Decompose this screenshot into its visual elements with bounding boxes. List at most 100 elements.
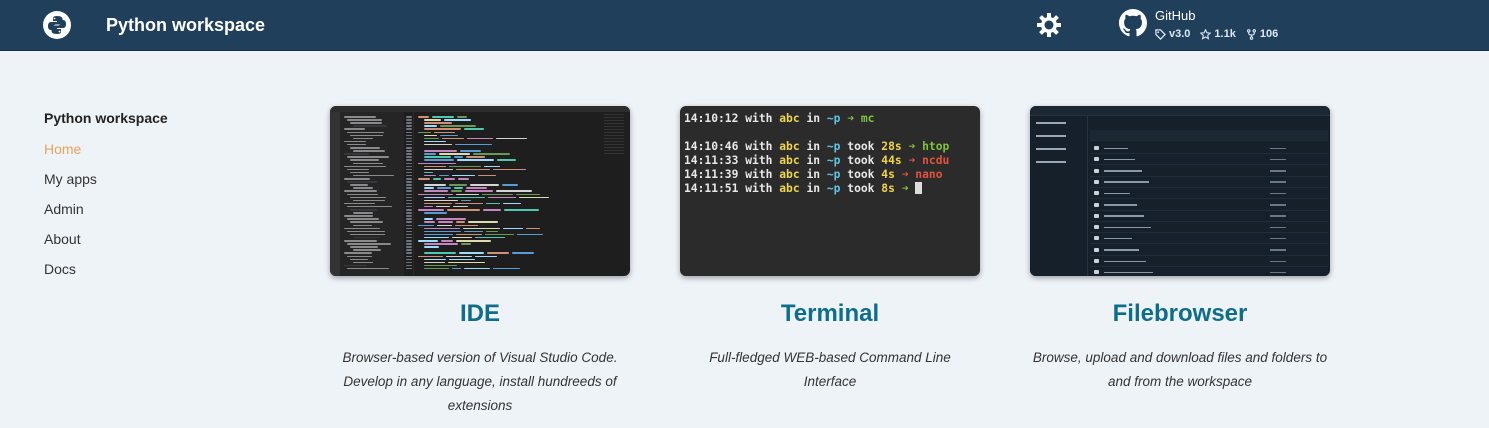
ide-code-token bbox=[474, 255, 498, 258]
ide-minimap bbox=[604, 114, 624, 154]
ide-screenshot[interactable] bbox=[330, 106, 630, 276]
ide-code-token bbox=[465, 187, 488, 189]
file-name-line bbox=[1104, 249, 1139, 251]
ide-line-number bbox=[406, 131, 412, 134]
terminal-line: 14:10:12 with abc in ~p ➜ mc bbox=[684, 112, 875, 125]
ide-tree-entry bbox=[344, 128, 366, 130]
app-card-filebrowser[interactable]: Filebrowser Browse, upload and download … bbox=[1030, 106, 1330, 394]
folder-icon bbox=[1094, 259, 1099, 263]
ide-line-number bbox=[406, 227, 412, 230]
folder-icon bbox=[1094, 191, 1099, 196]
ide-tree-entry bbox=[347, 156, 390, 158]
ide-code-token bbox=[424, 252, 457, 254]
ide-code-token bbox=[452, 267, 461, 270]
filebrowser-topbar bbox=[1030, 106, 1330, 116]
ide-tree-entry bbox=[347, 131, 384, 134]
ide-tree-entry bbox=[353, 224, 372, 227]
card-description-terminal: Full-fledged WEB-based Command Line Inte… bbox=[709, 350, 951, 389]
ide-code-token bbox=[493, 267, 521, 270]
folder-icon bbox=[1094, 157, 1099, 162]
sidebar-item-about[interactable]: About bbox=[44, 230, 244, 260]
sidebar-item-home[interactable]: Home bbox=[44, 140, 244, 170]
ide-activity-bar bbox=[330, 112, 340, 276]
ide-code-token bbox=[424, 233, 454, 236]
terminal-line: 14:10:46 with abc in ~p took 28s ➜ htop bbox=[684, 140, 950, 153]
ide-tree-entry bbox=[350, 246, 378, 248]
sidebar-item-docs[interactable]: Docs bbox=[44, 260, 244, 290]
ide-tree-entry bbox=[347, 218, 380, 220]
file-name-line bbox=[1104, 158, 1135, 161]
python-logo-icon[interactable] bbox=[43, 11, 71, 39]
ide-line-number bbox=[406, 215, 412, 217]
ide-line-number bbox=[406, 156, 412, 158]
ide-code-token bbox=[463, 128, 485, 130]
ide-code-token bbox=[424, 190, 448, 192]
filebrowser-nav bbox=[1030, 116, 1088, 276]
ide-code-token bbox=[418, 224, 435, 227]
ide-line-number bbox=[406, 221, 412, 223]
ide-code-token bbox=[496, 190, 532, 192]
folder-icon bbox=[1094, 225, 1099, 230]
ide-code-token bbox=[465, 190, 494, 192]
ide-tree-entry bbox=[350, 221, 384, 223]
folder-icon bbox=[1094, 202, 1099, 207]
ide-code-token bbox=[472, 153, 510, 155]
card-title-ide[interactable]: IDE bbox=[330, 300, 630, 328]
file-name-line bbox=[1104, 237, 1132, 240]
github-link[interactable]: GitHub v3.0 1.1k 106 bbox=[1119, 9, 1278, 40]
ide-code-token bbox=[474, 236, 505, 239]
ide-code-token bbox=[437, 187, 452, 189]
ide-code-token bbox=[424, 264, 458, 267]
ide-code-token bbox=[463, 230, 483, 233]
folder-icon bbox=[1094, 213, 1099, 218]
theme-settings-icon[interactable] bbox=[1036, 12, 1062, 38]
ide-line-number bbox=[406, 165, 412, 168]
file-name-line bbox=[1104, 147, 1128, 150]
ide-code-token bbox=[418, 209, 444, 211]
ide-tree-entry bbox=[353, 162, 384, 165]
ide-line-number bbox=[406, 181, 412, 183]
ide-line-number bbox=[406, 258, 412, 261]
file-date-line bbox=[1270, 181, 1286, 183]
ide-code-token bbox=[467, 137, 494, 140]
ide-code-token bbox=[488, 196, 516, 199]
ide-code-token bbox=[424, 246, 440, 248]
forks-count: 106 bbox=[1246, 28, 1278, 40]
sidebar-item-admin[interactable]: Admin bbox=[44, 200, 244, 230]
terminal-screenshot[interactable]: 14:10:12 with abc in ~p ➜ mc 14:10:46 wit… bbox=[680, 106, 980, 276]
ide-code-token bbox=[463, 267, 491, 270]
ide-code-token bbox=[450, 190, 463, 192]
card-title-filebrowser[interactable]: Filebrowser bbox=[1030, 300, 1330, 328]
ide-code-token bbox=[457, 159, 494, 161]
ide-code-token bbox=[455, 240, 492, 242]
folder-icon bbox=[1094, 146, 1099, 150]
ide-tree-entry bbox=[353, 187, 374, 189]
card-title-terminal[interactable]: Terminal bbox=[680, 300, 980, 328]
sidebar-item-my-apps[interactable]: My apps bbox=[44, 170, 244, 200]
ide-tree-entry bbox=[347, 243, 391, 245]
ide-code-token bbox=[424, 221, 436, 223]
ide-code-token bbox=[424, 212, 447, 214]
ide-line-number bbox=[406, 218, 412, 220]
ide-code-token bbox=[452, 205, 468, 208]
sidebar: Python workspace Home My apps Admin Abou… bbox=[44, 110, 244, 290]
ide-code-token bbox=[433, 178, 442, 180]
filebrowser-file-row bbox=[1090, 188, 1328, 200]
ide-tree-entry bbox=[350, 134, 384, 137]
stars-count: 1.1k bbox=[1200, 28, 1236, 40]
filebrowser-screenshot[interactable] bbox=[1030, 106, 1330, 276]
ide-code-token bbox=[424, 143, 453, 146]
star-icon bbox=[1200, 28, 1212, 40]
ide-code-token bbox=[424, 184, 446, 186]
ide-code-token bbox=[418, 255, 444, 258]
folder-icon bbox=[1094, 168, 1099, 173]
ide-code-token bbox=[424, 153, 436, 155]
ide-code-token bbox=[486, 202, 501, 205]
folder-icon bbox=[1094, 270, 1099, 275]
file-date-line bbox=[1270, 158, 1286, 161]
app-card-ide[interactable]: IDE Browser-based version of Visual Stud… bbox=[330, 106, 630, 418]
ide-tree-entry bbox=[350, 258, 368, 261]
app-card-terminal[interactable]: 14:10:12 with abc in ~p ➜ mc 14:10:46 wit… bbox=[680, 106, 980, 394]
app-title[interactable]: Python workspace bbox=[106, 15, 265, 36]
ide-tree-entry bbox=[344, 153, 369, 155]
